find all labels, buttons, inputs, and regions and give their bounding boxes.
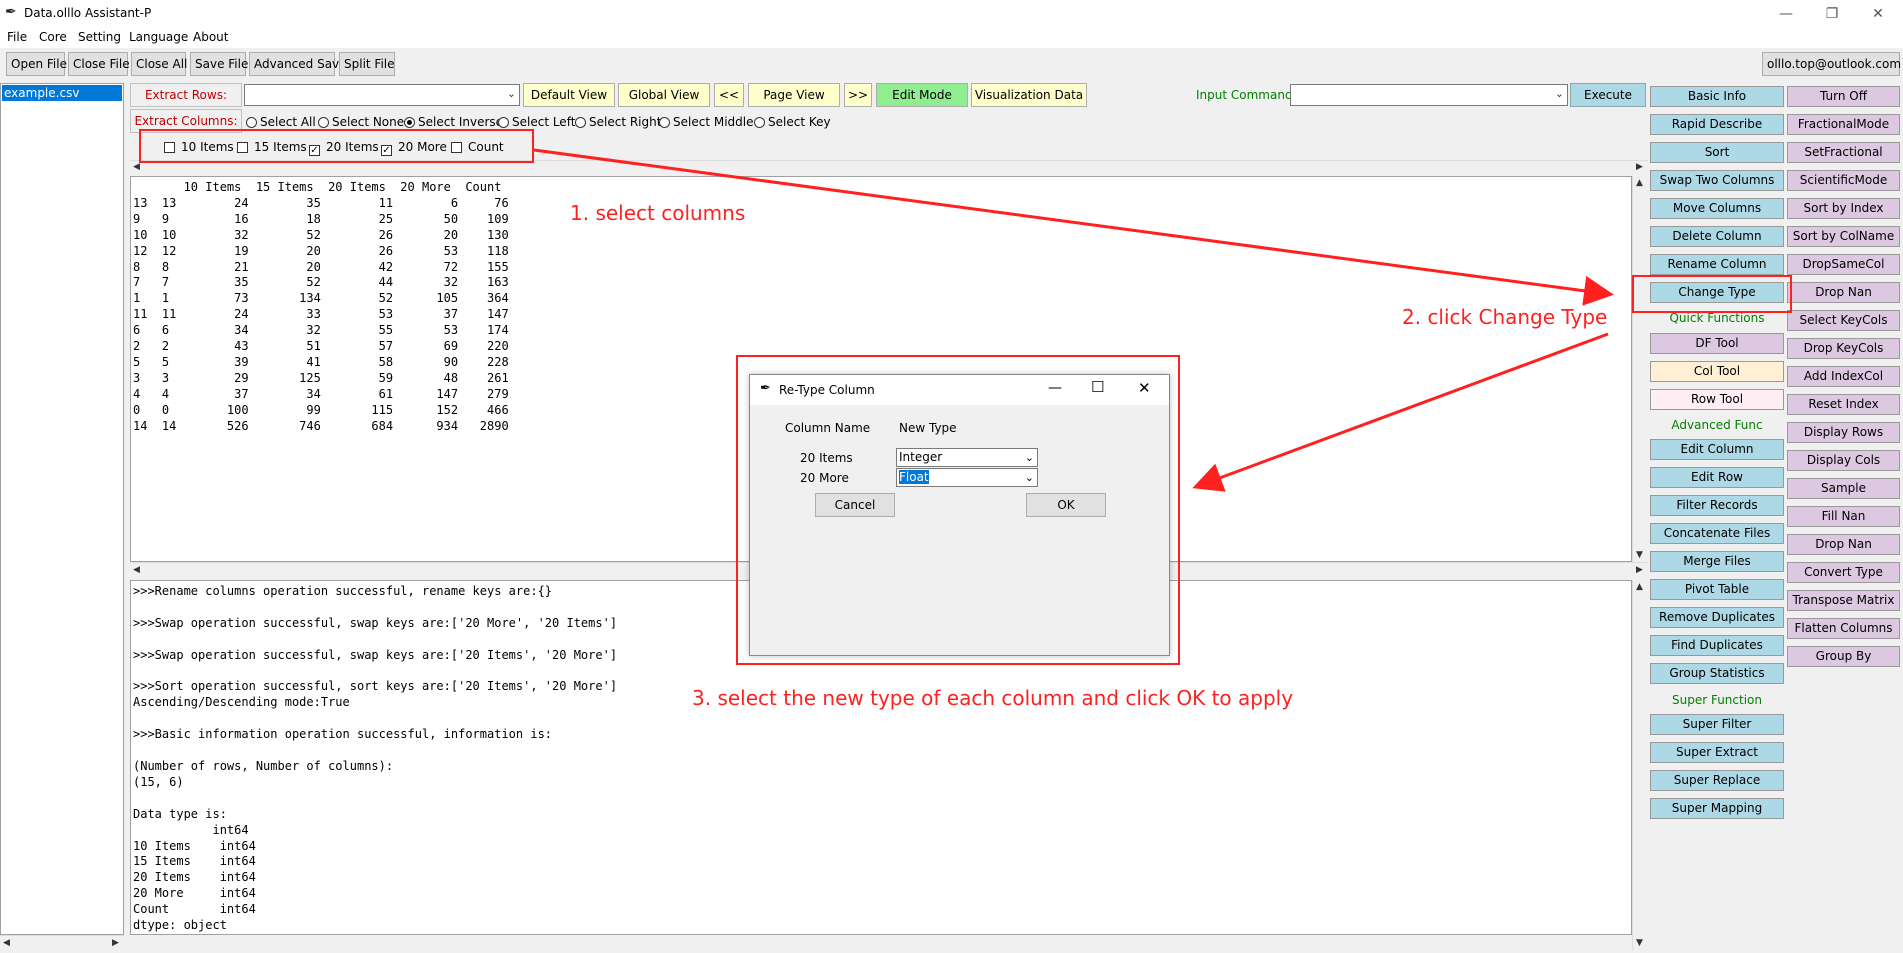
arrow-to-dialog	[1192, 332, 1609, 492]
annotation-arrows	[533, 148, 1614, 492]
app-window: ✒ Data.olllo Assistant-P — ❐ ✕ File Core…	[0, 0, 1903, 953]
arrow-to-change-type	[533, 148, 1614, 306]
